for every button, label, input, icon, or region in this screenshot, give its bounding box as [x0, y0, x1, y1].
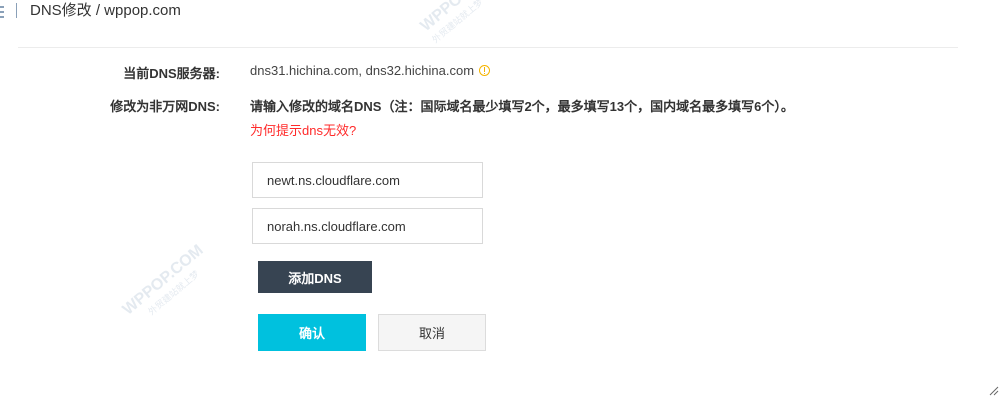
- menu-icon[interactable]: [0, 6, 4, 18]
- section-divider: [18, 47, 958, 48]
- dns-invalid-help-link[interactable]: 为何提示dns无效?: [250, 120, 356, 139]
- header-divider: [16, 3, 17, 18]
- page-title: DNS修改 / wppop.com: [30, 2, 181, 19]
- add-dns-button[interactable]: 添加DNS: [258, 261, 372, 293]
- dns-input-2[interactable]: [252, 208, 483, 244]
- cancel-button[interactable]: 取消: [378, 314, 486, 351]
- current-dns-value-row: dns31.hichina.com, dns32.hichina.com: [250, 63, 491, 78]
- dns-input-1[interactable]: [252, 162, 483, 198]
- info-icon[interactable]: [479, 65, 491, 76]
- resize-grip-icon[interactable]: [989, 386, 999, 396]
- confirm-button[interactable]: 确认: [258, 314, 366, 351]
- current-dns-value: dns31.hichina.com, dns32.hichina.com: [250, 63, 475, 78]
- header-bar: DNS修改 / wppop.com: [0, 0, 1005, 24]
- current-dns-label: 当前DNS服务器:: [123, 66, 220, 81]
- modify-dns-label: 修改为非万网DNS:: [110, 99, 220, 114]
- watermark-logo: WPPOP.COM 外贸建站就上梦: [119, 241, 207, 319]
- dns-instruction: 请输入修改的域名DNS（注：国际域名最少填写2个，最多填写13个，国内域名最多填…: [250, 99, 794, 114]
